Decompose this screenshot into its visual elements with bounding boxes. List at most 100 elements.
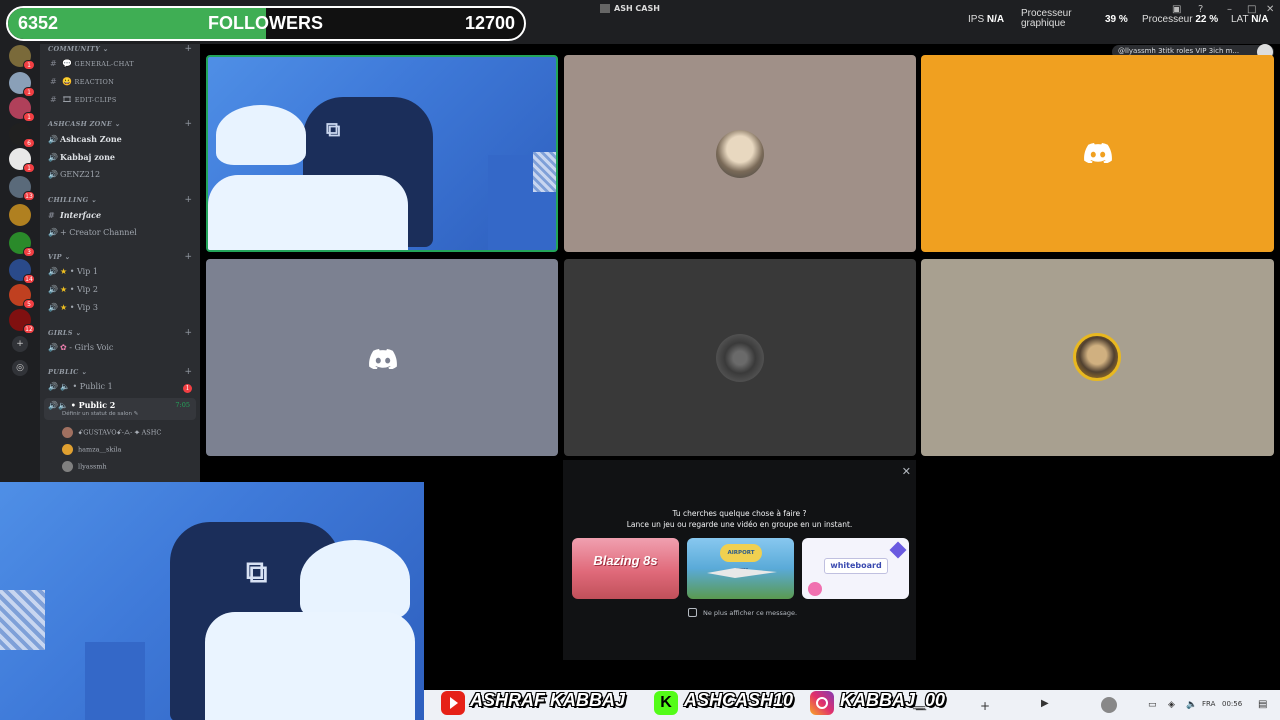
category-vip[interactable]: VIP ⌄ bbox=[48, 253, 70, 261]
notification-icon[interactable]: ▤ bbox=[1258, 699, 1267, 710]
add-channel-icon[interactable]: + bbox=[184, 119, 192, 129]
server-icon[interactable]: 1 bbox=[9, 45, 35, 70]
server-icon[interactable]: 3 bbox=[9, 232, 35, 257]
add-channel-icon[interactable]: + bbox=[184, 44, 192, 54]
background-shape bbox=[85, 642, 145, 720]
mention-badge: 1 bbox=[23, 60, 35, 70]
video-tile-no-camera[interactable] bbox=[921, 55, 1274, 252]
category-girls[interactable]: GIRLS ⌄ bbox=[48, 329, 81, 337]
category-public[interactable]: PUBLIC ⌄ bbox=[48, 368, 87, 376]
category-chilling[interactable]: CHILLING ⌄ bbox=[48, 196, 97, 204]
add-icon[interactable]: + bbox=[980, 699, 990, 713]
add-channel-icon[interactable]: + bbox=[184, 328, 192, 338]
help-icon[interactable]: ? bbox=[1198, 4, 1203, 15]
maximize-icon[interactable]: □ bbox=[1247, 4, 1256, 15]
airplane-icon bbox=[707, 568, 777, 578]
server-icon[interactable]: 13 bbox=[9, 176, 35, 201]
cap-shape bbox=[216, 105, 306, 165]
server-icon[interactable]: 14 bbox=[9, 259, 35, 284]
followers-label: FOLLOWERS bbox=[208, 13, 323, 33]
instagram-icon bbox=[810, 691, 834, 715]
channel-vip-3[interactable]: 🔊 ★ • Vip 3 bbox=[48, 303, 98, 312]
server-icon[interactable]: 6 bbox=[9, 123, 35, 148]
latency-stat: LAT N/A bbox=[1231, 14, 1269, 25]
channel-creator-channel[interactable]: 🔊 + Creator Channel bbox=[48, 228, 137, 237]
activity-card-airport-city[interactable]: AIRPORT CITY bbox=[687, 538, 794, 599]
video-tile-camera[interactable]: ⧉ bbox=[206, 55, 558, 252]
shirt-shape bbox=[208, 175, 408, 250]
network-icon[interactable]: ◈ bbox=[1168, 700, 1175, 710]
video-tile-avatar[interactable] bbox=[564, 55, 916, 252]
kick-icon: K bbox=[654, 691, 678, 715]
voice-user[interactable]: ꗃGUSTAVOꗃ-ᗋ- ✦ ASHC bbox=[62, 427, 161, 438]
unread-badge: 1 bbox=[183, 384, 192, 393]
decoration-shape bbox=[808, 582, 822, 596]
activity-card-whiteboard[interactable]: whiteboard bbox=[802, 538, 909, 599]
video-tile-avatar[interactable] bbox=[921, 259, 1274, 456]
category-ashcash-zone[interactable]: ASHCASH ZONE ⌄ bbox=[48, 120, 120, 128]
server-icon[interactable]: 1 bbox=[9, 97, 35, 122]
add-server-icon[interactable]: + bbox=[12, 336, 28, 352]
channel-status-hint[interactable]: Définir un statut de salon ✎ bbox=[62, 411, 138, 417]
play-icon[interactable]: ▶ bbox=[1041, 698, 1049, 709]
screen-icon[interactable]: ▭ bbox=[1148, 700, 1157, 710]
server-icon[interactable]: 5 bbox=[9, 284, 35, 309]
discord-logo-icon bbox=[369, 349, 397, 369]
close-window-icon[interactable]: ✕ bbox=[1266, 4, 1274, 15]
language-indicator[interactable]: FRA bbox=[1202, 700, 1215, 708]
hash-icon: # bbox=[48, 211, 54, 220]
avatar bbox=[716, 130, 764, 178]
volume-icon[interactable]: 🔈 bbox=[1186, 700, 1197, 710]
mention-badge: 1 bbox=[23, 112, 35, 122]
avatar bbox=[62, 444, 73, 455]
speaker-icon: 🔊 bbox=[48, 153, 58, 162]
server-icon[interactable] bbox=[9, 204, 31, 226]
youtube-handle: ASHRAF KABBAJ bbox=[470, 690, 626, 710]
voice-timer: 7:05 bbox=[175, 401, 190, 409]
video-tile-no-camera[interactable] bbox=[206, 259, 558, 456]
channel-edit-clips[interactable]: # 🎞 EDIT-CLIPS bbox=[50, 95, 117, 104]
mention-badge: 14 bbox=[23, 274, 35, 284]
channel-genz212[interactable]: 🔊 GENZ212 bbox=[48, 170, 100, 179]
gpu-stat-label: Processeur graphique bbox=[1021, 8, 1072, 29]
dont-show-again-checkbox[interactable]: Ne plus afficher ce message. bbox=[688, 608, 797, 617]
voice-user[interactable]: hamza__skila bbox=[62, 444, 121, 455]
server-icon[interactable]: 12 bbox=[9, 309, 35, 334]
screen-share-icon[interactable]: ▣ bbox=[1172, 4, 1181, 15]
channel-reaction[interactable]: # 😀 REACTION bbox=[50, 77, 114, 86]
add-channel-icon[interactable]: + bbox=[184, 367, 192, 377]
speaker-icon: 🔊 bbox=[48, 228, 58, 237]
close-icon[interactable]: ✕ bbox=[902, 465, 911, 478]
activity-heading: Tu cherches quelque chose à faire ? bbox=[672, 509, 807, 518]
channel-girls-voic[interactable]: 🔊 ✿ - Girls Voic bbox=[48, 343, 113, 352]
server-icon[interactable]: 1 bbox=[9, 72, 35, 97]
channel-general-chat[interactable]: # 💬 GENERAL-CHAT bbox=[50, 59, 134, 68]
activity-card-blazing-8s[interactable]: Blazing 8s bbox=[572, 538, 679, 599]
server-icon[interactable]: 1 bbox=[9, 148, 35, 173]
discover-compass-icon[interactable]: ◎ bbox=[12, 360, 28, 376]
voice-user[interactable]: llyassmh bbox=[62, 461, 107, 472]
add-channel-icon[interactable]: + bbox=[184, 195, 192, 205]
speaker-small-icon: 🔈 bbox=[60, 382, 70, 391]
flower-icon: ✿ bbox=[60, 343, 67, 352]
avatar bbox=[62, 427, 73, 438]
channel-ashcash-zone[interactable]: 🔊 Ashcash Zone bbox=[48, 134, 122, 144]
video-tile-avatar[interactable] bbox=[564, 259, 916, 456]
clock[interactable]: 00:56 bbox=[1222, 700, 1242, 708]
channel-vip-1[interactable]: 🔊 ★ • Vip 1 bbox=[48, 267, 98, 276]
hash-icon: # bbox=[50, 59, 57, 68]
app-icon bbox=[600, 4, 610, 13]
channel-emoji: 💬 bbox=[62, 59, 72, 68]
channel-public-2[interactable]: 🔊🔈 • Public 2 7:05 Définir un statut de … bbox=[44, 398, 196, 420]
channel-interface[interactable]: # Interface bbox=[48, 210, 101, 220]
category-community[interactable]: COMMUNITY ⌄ bbox=[48, 45, 108, 53]
decoration-shape bbox=[889, 541, 907, 559]
add-channel-icon[interactable]: + bbox=[184, 252, 192, 262]
avatar bbox=[62, 461, 73, 472]
channel-kabbaj-zone[interactable]: 🔊 Kabbaj zone bbox=[48, 152, 115, 162]
pillow-shape bbox=[533, 152, 556, 192]
star-icon: ★ bbox=[60, 267, 68, 276]
minimize-icon[interactable]: – bbox=[1227, 4, 1232, 15]
channel-vip-2[interactable]: 🔊 ★ • Vip 2 bbox=[48, 285, 98, 294]
channel-public-1[interactable]: 🔊 🔈 • Public 1 bbox=[48, 382, 113, 391]
